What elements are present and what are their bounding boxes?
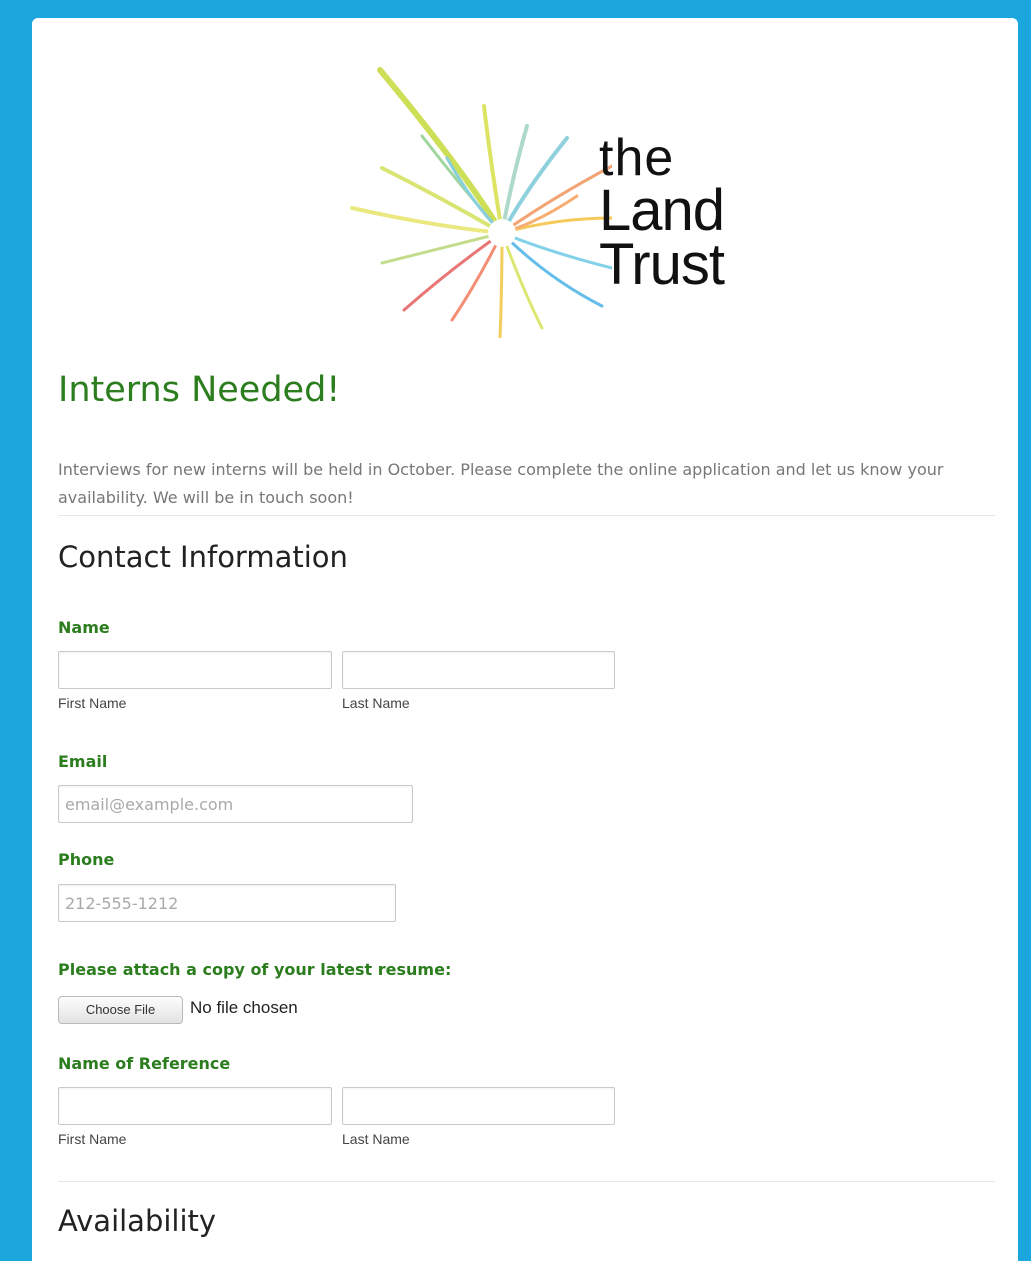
form-card: the Land Trust Interns Needed! Interview… xyxy=(32,18,1018,1261)
phone-field[interactable]: 212-555-1212 xyxy=(58,884,396,922)
phone-label: Phone xyxy=(58,850,115,869)
last-name-sublabel: Last Name xyxy=(342,695,410,711)
last-name-input[interactable] xyxy=(342,651,615,689)
divider xyxy=(58,1181,995,1182)
email-label: Email xyxy=(58,752,108,771)
file-status-text: No file chosen xyxy=(190,998,298,1017)
form-title: Interns Needed! xyxy=(58,370,341,410)
logo-wordmark: the Land Trust xyxy=(599,129,725,297)
email-placeholder: email@example.com xyxy=(65,795,234,814)
reference-first-name-input[interactable] xyxy=(58,1087,332,1125)
divider xyxy=(58,515,995,516)
choose-file-button[interactable]: Choose File xyxy=(58,996,183,1024)
first-name-sublabel: First Name xyxy=(58,695,127,711)
reference-last-name-sublabel: Last Name xyxy=(342,1131,410,1147)
form-intro: Interviews for new interns will be held … xyxy=(58,460,944,507)
resume-label: Please attach a copy of your latest resu… xyxy=(58,960,452,979)
reference-label: Name of Reference xyxy=(58,1054,231,1073)
contact-section-heading: Contact Information xyxy=(58,540,348,574)
phone-placeholder: 212-555-1212 xyxy=(65,894,179,913)
email-field[interactable]: email@example.com xyxy=(58,785,413,823)
land-trust-logo: the Land Trust xyxy=(312,48,762,338)
reference-first-name-sublabel: First Name xyxy=(58,1131,127,1147)
starburst-icon xyxy=(350,67,612,338)
availability-section-heading: Availability xyxy=(58,1204,217,1238)
logo-word-trust: Trust xyxy=(599,232,725,297)
reference-last-name-input[interactable] xyxy=(342,1087,615,1125)
name-label: Name xyxy=(58,618,110,637)
first-name-input[interactable] xyxy=(58,651,332,689)
logo-word-the: the xyxy=(599,129,675,187)
